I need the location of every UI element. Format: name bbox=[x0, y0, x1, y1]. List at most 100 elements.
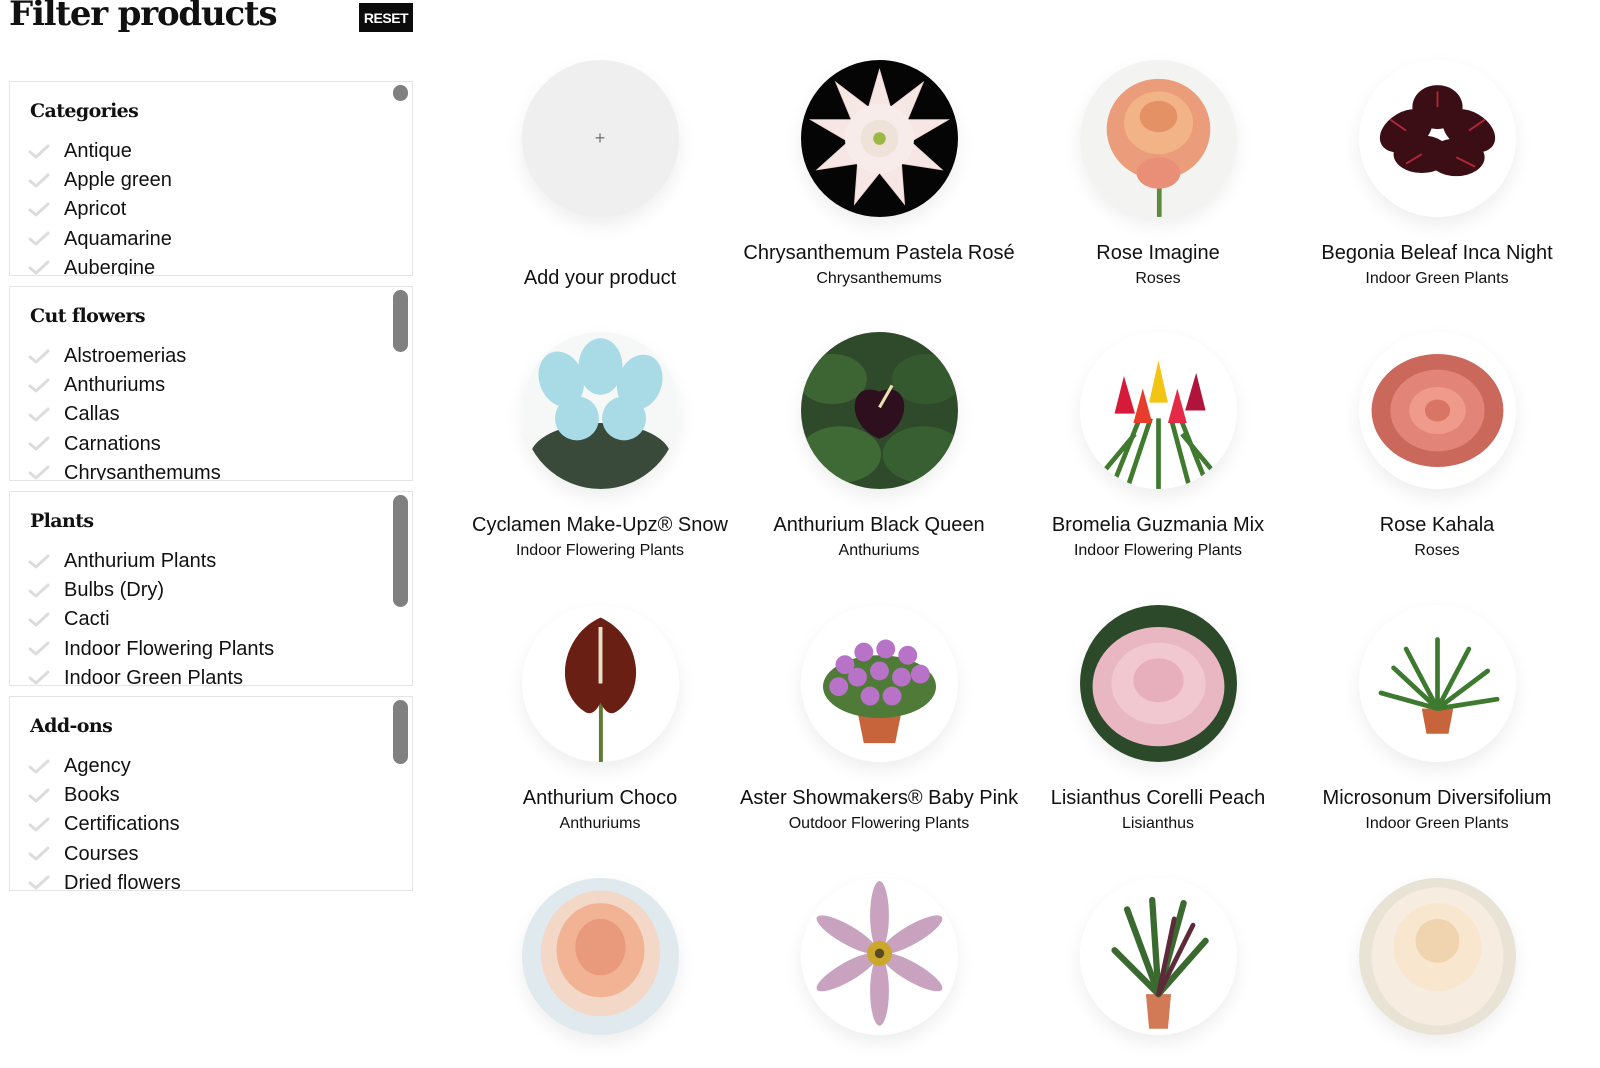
product-name: Begonia Beleaf Inca Night bbox=[1321, 242, 1553, 264]
product-name: Cyclamen Make-Upz® Snow bbox=[472, 514, 728, 536]
product-name: Aster Showmakers® Baby Pink bbox=[740, 787, 1019, 809]
check-icon bbox=[28, 583, 64, 599]
check-icon bbox=[28, 202, 64, 218]
product-category: Anthuriums bbox=[559, 815, 641, 832]
product-category: Anthuriums bbox=[838, 542, 920, 559]
product-image[interactable] bbox=[1358, 878, 1516, 1035]
filter-option[interactable]: Indoor Flowering Plants bbox=[28, 635, 274, 664]
check-icon bbox=[28, 817, 64, 833]
purple-aster-pot-image bbox=[800, 605, 958, 762]
check-icon bbox=[28, 554, 64, 570]
product-card[interactable] bbox=[740, 878, 1018, 1035]
check-icon bbox=[28, 436, 64, 452]
filter-option[interactable]: Callas bbox=[28, 400, 221, 429]
product-name: Anthurium Choco bbox=[522, 787, 678, 809]
filter-option[interactable]: Alstroemerias bbox=[28, 342, 221, 371]
product-name: Lisianthus Corelli Peach bbox=[1050, 787, 1266, 809]
product-image[interactable] bbox=[521, 878, 679, 1035]
filter-option[interactable]: Cacti bbox=[28, 605, 274, 634]
product-card[interactable] bbox=[1298, 878, 1576, 1035]
product-image[interactable] bbox=[521, 605, 679, 762]
product-card[interactable]: Lisianthus Corelli Peach Lisianthus bbox=[1019, 605, 1297, 833]
product-card[interactable]: Anthurium Black Queen Anthuriums bbox=[740, 332, 1018, 560]
page-title: Filter products bbox=[9, 0, 278, 34]
product-image[interactable] bbox=[521, 332, 679, 489]
bromelia-mix-image bbox=[1079, 332, 1237, 489]
filter-list: Anthurium Plants Bulbs (Dry) Cacti Indoo… bbox=[28, 547, 274, 686]
check-icon bbox=[28, 670, 64, 685]
product-card[interactable]: Rose Imagine Roses bbox=[1019, 60, 1297, 288]
filter-option[interactable]: Aubergine bbox=[28, 254, 172, 275]
cream-rose-image bbox=[1358, 878, 1516, 1035]
product-name: Rose Imagine bbox=[1096, 242, 1220, 264]
product-card[interactable]: Anthurium Choco Anthuriums bbox=[461, 605, 739, 833]
product-image[interactable] bbox=[1079, 878, 1237, 1035]
filter-option[interactable]: Antique bbox=[28, 137, 172, 166]
product-category: Outdoor Flowering Plants bbox=[788, 815, 970, 832]
filter-option[interactable]: Apricot bbox=[28, 195, 172, 224]
product-image[interactable] bbox=[800, 878, 958, 1035]
product-card[interactable] bbox=[1019, 878, 1297, 1035]
product-image[interactable] bbox=[800, 60, 958, 217]
plus-icon: + bbox=[594, 128, 606, 148]
filter-option-label: Aquamarine bbox=[64, 227, 172, 250]
white-chrysanthemum-image bbox=[800, 60, 958, 217]
filter-option[interactable]: Anthuriums bbox=[28, 371, 221, 400]
check-icon bbox=[28, 378, 64, 394]
product-image[interactable] bbox=[1358, 605, 1516, 762]
filter-option-label: Bulbs (Dry) bbox=[64, 579, 165, 602]
filter-option[interactable]: Carnations bbox=[28, 430, 221, 459]
product-card[interactable] bbox=[461, 878, 739, 1035]
filter-option[interactable]: Chrysanthemums bbox=[28, 459, 221, 480]
product-card[interactable]: Cyclamen Make-Upz® Snow Indoor Flowering… bbox=[461, 332, 739, 560]
filter-option[interactable]: Agency bbox=[28, 752, 181, 781]
product-card[interactable]: Aster Showmakers® Baby Pink Outdoor Flow… bbox=[740, 605, 1018, 833]
product-card[interactable]: Chrysanthemum Pastela Rosé Chrysanthemum… bbox=[740, 60, 1018, 288]
product-name: Bromelia Guzmania Mix bbox=[1051, 514, 1265, 536]
product-image[interactable] bbox=[1358, 60, 1516, 217]
filter-option[interactable]: Indoor Green Plants bbox=[28, 664, 274, 686]
product-image[interactable] bbox=[1079, 332, 1237, 489]
filter-option[interactable]: Books bbox=[28, 781, 181, 810]
filter-option[interactable]: Bulbs (Dry) bbox=[28, 576, 274, 605]
product-card[interactable]: Microsonum Diversifolium Indoor Green Pl… bbox=[1298, 605, 1576, 833]
filter-option[interactable]: Aquamarine bbox=[28, 225, 172, 254]
scrollbar-thumb[interactable] bbox=[393, 85, 408, 101]
product-image[interactable] bbox=[800, 332, 958, 489]
filter-option[interactable]: Anthurium Plants bbox=[28, 547, 274, 576]
product-category: Indoor Flowering Plants bbox=[1073, 542, 1243, 559]
reset-button[interactable]: RESET bbox=[359, 3, 413, 32]
check-icon bbox=[28, 641, 64, 657]
filter-option[interactable]: Courses bbox=[28, 840, 181, 869]
product-name: Anthurium Black Queen bbox=[773, 514, 985, 536]
product-category: Lisianthus bbox=[1121, 815, 1195, 832]
product-image[interactable] bbox=[800, 605, 958, 762]
check-icon bbox=[28, 846, 64, 862]
filter-option-label: Dried flowers bbox=[64, 871, 181, 891]
product-image[interactable] bbox=[1079, 605, 1237, 762]
scrollbar-thumb[interactable] bbox=[393, 290, 408, 352]
pink-lisianthus-image bbox=[1079, 605, 1237, 762]
scrollbar-thumb[interactable] bbox=[393, 700, 408, 764]
add-product-card[interactable]: + Add your product bbox=[461, 60, 739, 290]
product-image[interactable] bbox=[1079, 60, 1237, 217]
filter-option-label: Indoor Green Plants bbox=[64, 666, 243, 686]
peach-rose-image bbox=[1079, 60, 1237, 217]
product-card[interactable]: Bromelia Guzmania Mix Indoor Flowering P… bbox=[1019, 332, 1297, 560]
product-card[interactable]: Rose Kahala Roses bbox=[1298, 332, 1576, 560]
add-product-button[interactable]: + bbox=[521, 60, 679, 217]
check-icon bbox=[28, 875, 64, 890]
check-icon bbox=[28, 759, 64, 775]
check-icon bbox=[28, 231, 64, 247]
product-card[interactable]: Begonia Beleaf Inca Night Indoor Green P… bbox=[1298, 60, 1576, 288]
filter-option-label: Courses bbox=[64, 842, 139, 865]
product-category: Indoor Green Plants bbox=[1365, 270, 1509, 287]
panel-title: Plants bbox=[30, 510, 94, 532]
filter-panel-add-ons: Add-ons Agency Books Certifications Cour… bbox=[9, 696, 413, 891]
filter-option[interactable]: Apple green bbox=[28, 166, 172, 195]
product-category: Chrysanthemums bbox=[816, 270, 942, 287]
product-image[interactable] bbox=[1358, 332, 1516, 489]
filter-option[interactable]: Dried flowers bbox=[28, 869, 181, 891]
scrollbar-thumb[interactable] bbox=[393, 495, 408, 607]
filter-option[interactable]: Certifications bbox=[28, 810, 181, 839]
